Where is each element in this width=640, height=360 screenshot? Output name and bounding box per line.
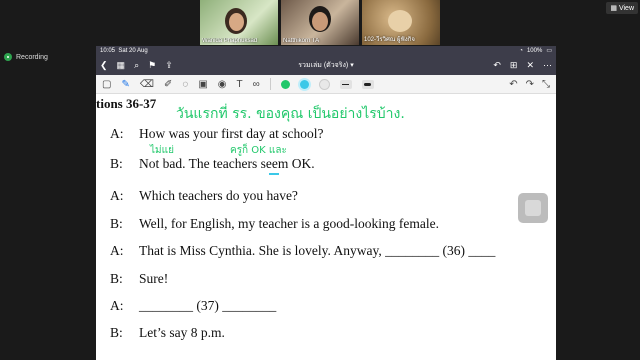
color-swatch-light[interactable] <box>318 78 330 90</box>
document-page: tions 36-37 A: How was your first day at … <box>96 93 556 360</box>
collapse-icon[interactable]: ⤡ <box>542 79 550 90</box>
read-mode-icon[interactable]: ▢ <box>102 79 111 90</box>
stroke-width-thick[interactable] <box>361 79 374 89</box>
assistive-touch-icon <box>525 200 541 216</box>
participant-tile[interactable]: 102-วีรวิศณ ผู้ฟังกิจ <box>362 0 440 45</box>
lasso-icon[interactable]: ◌ <box>182 79 188 90</box>
participant-name: Wanida Phaphuksad <box>202 38 258 44</box>
back-icon[interactable]: ❮ <box>100 60 108 71</box>
more-icon[interactable]: ⋯ <box>543 60 552 71</box>
handwritten-underline <box>269 173 279 175</box>
color-swatch-green[interactable] <box>280 79 290 89</box>
handwritten-note: วันแรกที่ รร. ของคุณ เป็นอย่างไรบ้าง. <box>176 106 405 122</box>
dialogue-line: A: How was your first day at school? <box>110 126 324 141</box>
pen-toolbar: ▢ ✎ ⌫ ✐ ◌ ▣ ◉ T ∞ ↶ ↷ ⤡ <box>96 75 556 94</box>
camera-icon[interactable]: ◉ <box>218 79 227 90</box>
dialogue-line: B: Let’s say 8 p.m. <box>110 325 225 340</box>
participant-name: Natthikorn TA <box>283 38 320 44</box>
link-icon[interactable]: ∞ <box>253 79 260 90</box>
color-swatch-blue[interactable] <box>299 79 309 89</box>
handwritten-note: ครูก็ OK และ <box>230 145 287 156</box>
highlighter-icon[interactable]: ✐ <box>164 79 172 90</box>
dialogue-line: A: ________ (37) ________ <box>110 298 277 313</box>
dialogue-line: B: Well, for English, my teacher is a goo… <box>110 216 439 231</box>
add-page-icon[interactable]: ⊞ <box>510 60 518 71</box>
status-date: Sat 20 Aug <box>118 47 148 54</box>
dialogue-line: B: Sure! <box>110 271 169 286</box>
chevron-down-icon: ▾ <box>350 61 354 69</box>
text-icon[interactable]: T <box>237 79 243 90</box>
undo-icon[interactable]: ↶ <box>493 60 501 71</box>
floating-assistive-button[interactable] <box>518 193 548 223</box>
shared-screen: 10:05 Sat 20 Aug ◔ 100% ▭ ❮ ▦ ⌕ ⚑ ⇪ รวมเ… <box>96 46 556 360</box>
undo-stroke-icon[interactable]: ↶ <box>509 79 517 90</box>
battery-level: 100% <box>526 47 543 54</box>
image-icon[interactable]: ▣ <box>198 79 207 90</box>
battery-icon: ▭ <box>546 48 552 54</box>
status-time: 10:05 <box>100 47 116 54</box>
view-button[interactable]: ▦ View <box>606 2 638 14</box>
grid-icon[interactable]: ▦ <box>117 60 126 71</box>
video-strip: Wanida Phaphuksad Natthikorn TA 102-วีรว… <box>200 0 440 45</box>
eraser-icon[interactable]: ⌫ <box>140 79 154 90</box>
dialogue-line: B: Not bad. The teachers seem OK. <box>110 156 315 171</box>
stroke-width-thin[interactable] <box>339 79 352 89</box>
dialogue-line: A: That is Miss Cynthia. She is lovely. A… <box>110 243 496 258</box>
page-heading: tions 36-37 <box>96 96 157 111</box>
search-icon[interactable]: ⌕ <box>134 60 139 71</box>
recording-label: Recording <box>16 53 48 61</box>
participant-tile[interactable]: Wanida Phaphuksad <box>200 0 278 45</box>
pen-icon[interactable]: ✎ <box>121 79 129 90</box>
wifi-icon: ◔ <box>519 47 523 54</box>
bookmark-icon[interactable]: ⚑ <box>148 60 156 71</box>
document-title[interactable]: รวมเล่ม (ตัวจริง) ▾ <box>298 60 353 71</box>
divider <box>269 78 271 90</box>
status-bar: 10:05 Sat 20 Aug ◔ 100% ▭ <box>96 46 556 55</box>
close-icon[interactable]: ✕ <box>526 60 534 71</box>
handwritten-note: ไม่แย่ <box>150 145 174 156</box>
dialogue-line: A: Which teachers do you have? <box>110 188 298 203</box>
recording-icon <box>4 53 12 61</box>
redo-stroke-icon[interactable]: ↷ <box>526 79 534 90</box>
participant-tile[interactable]: Natthikorn TA <box>281 0 359 45</box>
nav-bar: ❮ ▦ ⌕ ⚑ ⇪ รวมเล่ม (ตัวจริง) ▾ ↶ ⊞ ✕ ⋯ <box>96 55 556 75</box>
share-icon[interactable]: ⇪ <box>165 60 173 71</box>
view-icon: ▦ <box>610 5 617 12</box>
participant-name: 102-วีรวิศณ ผู้ฟังกิจ <box>364 37 415 43</box>
recording-indicator: Recording <box>4 53 48 61</box>
